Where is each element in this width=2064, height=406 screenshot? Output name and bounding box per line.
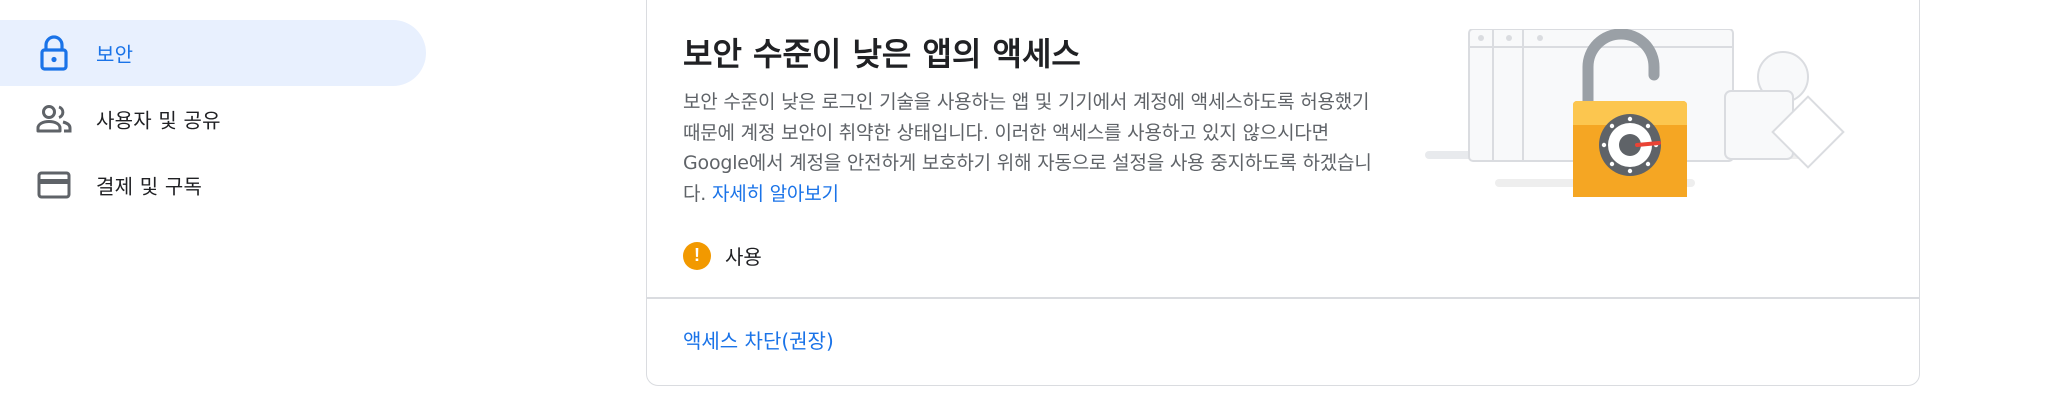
sidebar-item-users-sharing[interactable]: 사용자 및 공유 (0, 86, 426, 152)
sidebar-item-security[interactable]: 보안 (0, 20, 426, 86)
sidebar-item-label: 결제 및 구독 (96, 174, 203, 199)
lock-icon (36, 35, 72, 71)
credit-card-icon (36, 167, 72, 203)
card-title: 보안 수준이 낮은 앱의 액세스 (683, 35, 1081, 73)
sidebar-item-label: 사용자 및 공유 (96, 108, 221, 133)
warning-icon: ! (683, 241, 711, 270)
learn-more-link[interactable]: 자세히 알아보기 (712, 183, 839, 205)
status-text: 사용 (725, 245, 762, 269)
less-secure-apps-card: 보안 수준이 낮은 앱의 액세스 보안 수준이 낮은 로그인 기술을 사용하는 … (646, 0, 1920, 386)
page: 보안 사용자 및 공유 결제 및 구독 보안 수준이 낮은 앱의 액세스 보안 … (0, 0, 2064, 406)
sidebar-item-billing[interactable]: 결제 및 구독 (0, 152, 426, 218)
divider (647, 297, 1919, 299)
status-row: ! 사용 (683, 241, 762, 270)
block-access-button[interactable]: 액세스 차단(권장) (683, 325, 834, 354)
people-icon (36, 101, 72, 137)
unlocked-padlock-illustration (1425, 28, 1865, 209)
card-description: 보안 수준이 낮은 로그인 기술을 사용하는 앱 및 기기에서 계정에 액세스하… (683, 87, 1373, 209)
sidebar-item-label: 보안 (96, 42, 134, 67)
